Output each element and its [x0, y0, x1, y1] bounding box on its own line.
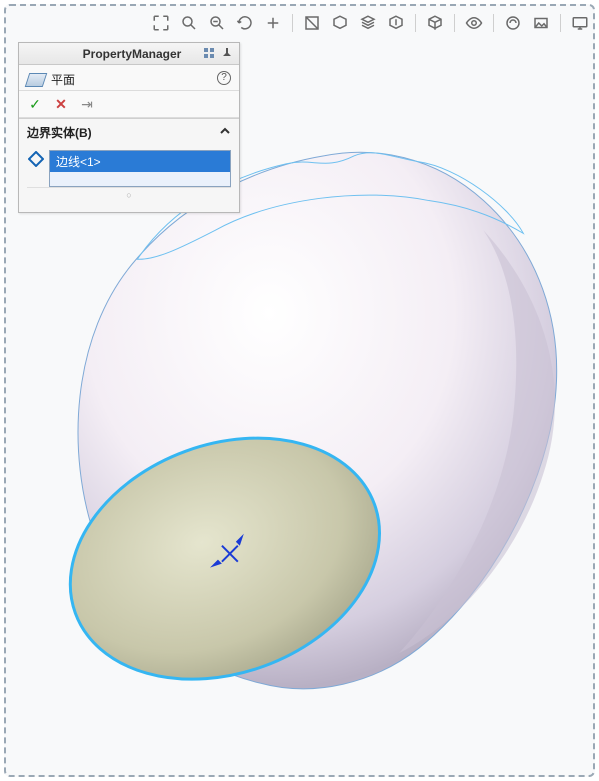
- plane-icon: [25, 73, 48, 87]
- panel-pin-icon[interactable]: [219, 45, 235, 61]
- property-manager-titlebar: PropertyManager: [19, 43, 239, 65]
- keep-visible-button[interactable]: ⇥: [79, 96, 95, 112]
- section-title: 边界实体(B): [27, 124, 92, 141]
- zoom-fit-icon[interactable]: [150, 12, 172, 34]
- panel-grid-icon[interactable]: [201, 45, 217, 61]
- screen-capture-icon[interactable]: [569, 12, 591, 34]
- help-icon[interactable]: ?: [217, 71, 231, 85]
- feature-header: 平面 ?: [19, 65, 239, 91]
- property-manager-panel: PropertyManager 平面 ? ✓ ✕ ⇥ 边界实体(B): [18, 42, 240, 213]
- zoom-inout-icon[interactable]: [206, 12, 228, 34]
- cube-outline-icon[interactable]: [424, 12, 446, 34]
- resize-grip-icon[interactable]: ○: [27, 187, 231, 204]
- display-style-icon[interactable]: [357, 12, 379, 34]
- section-view-icon[interactable]: [301, 12, 323, 34]
- ok-button[interactable]: ✓: [27, 96, 43, 112]
- cancel-button[interactable]: ✕: [53, 96, 69, 112]
- selection-diamond-icon: [27, 150, 45, 168]
- action-row: ✓ ✕ ⇥: [19, 91, 239, 118]
- toolbar-separator: [415, 14, 416, 32]
- appearance-icon[interactable]: [502, 12, 524, 34]
- selection-list[interactable]: 边线<1>: [49, 150, 231, 187]
- pan-icon[interactable]: [262, 12, 284, 34]
- toolbar-separator: [454, 14, 455, 32]
- zoom-area-icon[interactable]: [178, 12, 200, 34]
- toolbar-separator: [292, 14, 293, 32]
- hide-show-icon[interactable]: [385, 12, 407, 34]
- boundary-entities-section: 边界实体(B) 边线<1> ○: [19, 118, 239, 212]
- eye-icon[interactable]: [463, 12, 485, 34]
- rotate-view-icon[interactable]: [234, 12, 256, 34]
- toolbar-separator: [493, 14, 494, 32]
- selection-item[interactable]: 边线<1>: [50, 151, 230, 172]
- toolbar-separator: [560, 14, 561, 32]
- view-orientation-icon[interactable]: [329, 12, 351, 34]
- scene-icon[interactable]: [530, 12, 552, 34]
- selection-empty-area[interactable]: [50, 172, 230, 186]
- feature-name: 平面: [51, 71, 75, 88]
- chevron-up-icon[interactable]: [219, 125, 231, 140]
- section-header[interactable]: 边界实体(B): [19, 119, 239, 146]
- view-toolbar: [150, 12, 591, 34]
